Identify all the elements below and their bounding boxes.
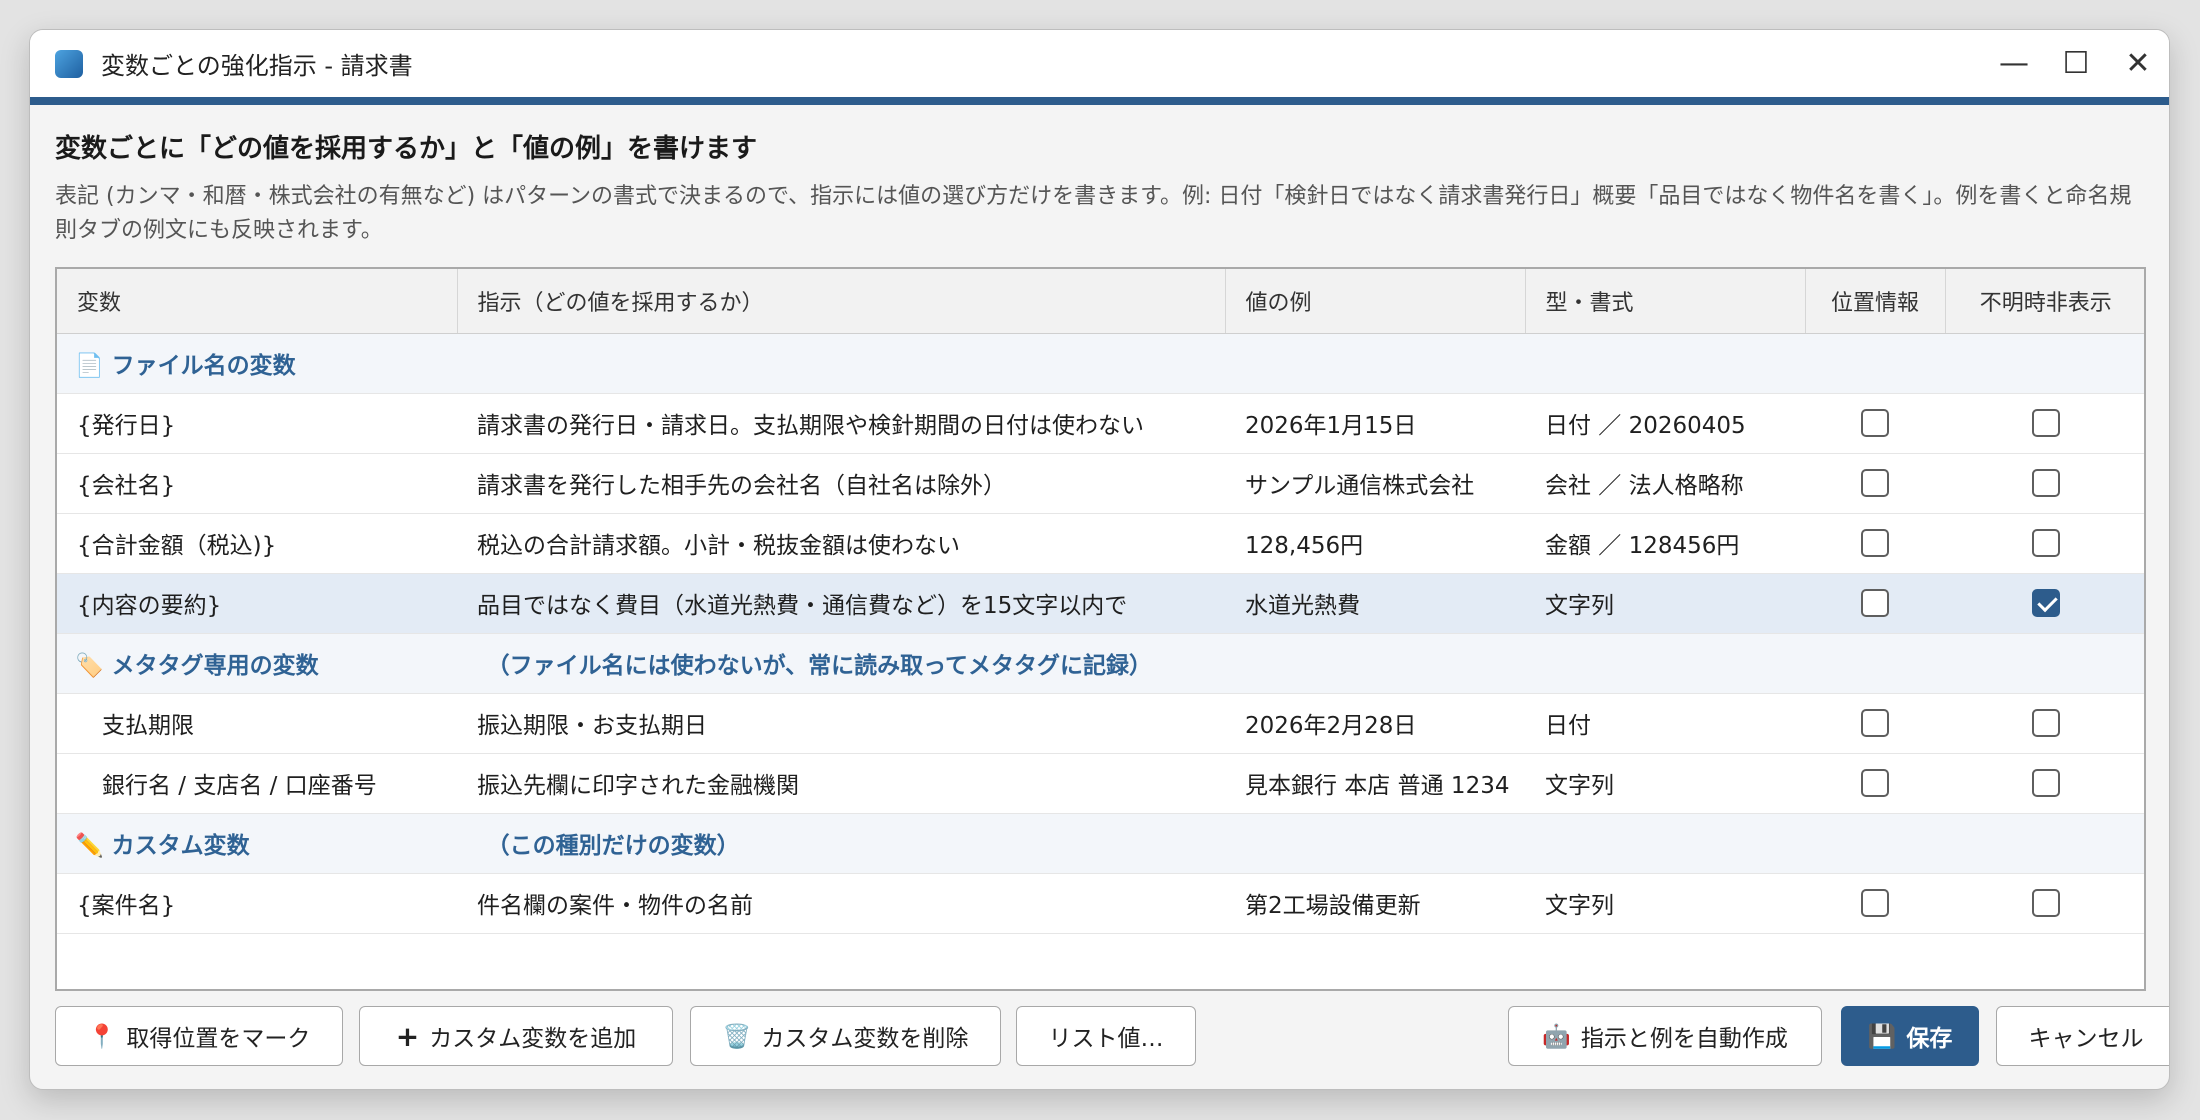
- cell-example[interactable]: 第2工場設備更新: [1225, 873, 1525, 934]
- table-row-selected[interactable]: {内容の要約} 品目ではなく費目（水道光熱費・通信費など）を15文字以内で 水道…: [57, 573, 2144, 634]
- maximize-icon[interactable]: ☐: [2045, 30, 2107, 97]
- position-checkbox[interactable]: [1861, 409, 1889, 437]
- app-icon: [55, 49, 83, 78]
- list-values-button[interactable]: リスト値…: [1016, 1006, 1196, 1066]
- position-checkbox[interactable]: [1861, 469, 1889, 497]
- cell-instruction[interactable]: 品目ではなく費目（水道光熱費・通信費など）を15文字以内で: [457, 573, 1225, 634]
- cell-type[interactable]: 文字列: [1525, 753, 1805, 814]
- cell-instruction[interactable]: 件名欄の案件・物件の名前: [457, 873, 1225, 934]
- cell-type[interactable]: 日付: [1525, 693, 1805, 754]
- group-row-metatag: 🏷️ メタタグ専用の変数 （ファイル名には使わないが、常に読み取ってメタタグに記録）: [57, 633, 2144, 694]
- floppy-disk-icon: 💾: [1867, 1023, 1897, 1050]
- cell-example[interactable]: 2026年2月28日: [1225, 693, 1525, 754]
- cell-type[interactable]: 日付 ／ 20260405: [1525, 393, 1805, 454]
- cell-type[interactable]: 金額 ／ 128456円: [1525, 513, 1805, 574]
- cell-type[interactable]: 文字列: [1525, 573, 1805, 634]
- page-description: 表記 (カンマ・和暦・株式会社の有無など) はパターンの書式で決まるので、指示に…: [55, 184, 2132, 243]
- hide-checkbox[interactable]: [2031, 529, 2060, 557]
- cell-variable: 支払期限: [57, 693, 457, 754]
- cancel-button[interactable]: キャンセル: [1996, 1006, 2169, 1066]
- cell-instruction[interactable]: 請求書の発行日・請求日。支払期限や検針期間の日付は使わない: [457, 393, 1225, 454]
- hide-checkbox[interactable]: [2031, 409, 2060, 437]
- cell-variable: {内容の要約}: [57, 573, 457, 634]
- cell-instruction[interactable]: 請求書を発行した相手先の会社名（自社名は除外）: [457, 453, 1225, 514]
- cell-example[interactable]: 2026年1月15日: [1225, 393, 1525, 454]
- title-bar: 変数ごとの強化指示 - 請求書 — ☐ ✕: [30, 30, 2169, 97]
- header-variable[interactable]: 変数: [57, 269, 458, 334]
- table-row[interactable]: 銀行名 / 支店名 / 口座番号 振込先欄に印字された金融機関 見本銀行 本店 …: [57, 753, 2144, 814]
- cell-variable: 銀行名 / 支店名 / 口座番号: [57, 753, 457, 814]
- variable-table: 変数 指示（どの値を採用するか） 値の例 型・書式 位置情報 不明時非表示 📄 フ…: [55, 267, 2146, 991]
- pin-icon: 📍: [87, 1023, 117, 1050]
- header-instruction[interactable]: 指示（どの値を採用するか）: [457, 269, 1226, 334]
- table-row[interactable]: 支払期限 振込期限・お支払期日 2026年2月28日 日付: [57, 693, 2144, 754]
- accent-bar: [30, 97, 2169, 105]
- cell-type[interactable]: 文字列: [1525, 873, 1805, 934]
- group-label: メタタグ専用の変数: [111, 653, 319, 679]
- add-custom-variable-button[interactable]: + カスタム変数を追加: [359, 1006, 673, 1066]
- group-note: （この種別だけの変数）: [486, 833, 740, 859]
- mark-position-button[interactable]: 📍 取得位置をマーク: [55, 1006, 343, 1066]
- footer-toolbar: 📍 取得位置をマーク + カスタム変数を追加 🗑️ カスタム変数を削除 リスト値…: [55, 1006, 2169, 1066]
- cell-example[interactable]: 見本銀行 本店 普通 1234: [1225, 753, 1525, 814]
- close-icon[interactable]: ✕: [2107, 30, 2169, 97]
- hide-checkbox[interactable]: [2031, 589, 2060, 617]
- cell-example[interactable]: 水道光熱費: [1225, 573, 1525, 634]
- header-type[interactable]: 型・書式: [1525, 269, 1806, 334]
- position-checkbox[interactable]: [1861, 769, 1889, 797]
- position-checkbox[interactable]: [1861, 709, 1889, 737]
- trash-icon: 🗑️: [722, 1023, 752, 1050]
- delete-custom-variable-button[interactable]: 🗑️ カスタム変数を削除: [690, 1006, 1001, 1066]
- cell-variable: {発行日}: [57, 393, 457, 454]
- page-heading: 変数ごとに「どの値を採用するか」と「値の例」を書けます: [55, 134, 758, 164]
- table-row[interactable]: {会社名} 請求書を発行した相手先の会社名（自社名は除外） サンプル通信株式会社…: [57, 453, 2144, 514]
- cell-example[interactable]: サンプル通信株式会社: [1225, 453, 1525, 514]
- table-header-row: 変数 指示（どの値を採用するか） 値の例 型・書式 位置情報 不明時非表示: [57, 269, 2144, 334]
- minimize-icon[interactable]: —: [1983, 30, 2045, 97]
- save-button[interactable]: 💾 保存: [1841, 1006, 1979, 1066]
- cell-instruction[interactable]: 振込期限・お支払期日: [457, 693, 1225, 754]
- group-label: カスタム変数: [111, 833, 250, 859]
- dialog-window: 変数ごとの強化指示 - 請求書 — ☐ ✕ 変数ごとに「どの値を採用するか」と「…: [29, 29, 2170, 1090]
- pencil-icon: ✏️: [75, 833, 104, 859]
- position-checkbox[interactable]: [1861, 889, 1889, 917]
- group-row-custom: ✏️ カスタム変数 （この種別だけの変数）: [57, 813, 2144, 874]
- window-controls: — ☐ ✕: [1983, 30, 2169, 97]
- robot-icon: 🤖: [1542, 1023, 1571, 1050]
- auto-create-button[interactable]: 🤖 指示と例を自動作成: [1508, 1006, 1822, 1066]
- hide-checkbox[interactable]: [2031, 469, 2060, 497]
- hide-checkbox[interactable]: [2031, 709, 2060, 737]
- group-row-filename: 📄 ファイル名の変数: [57, 333, 2144, 394]
- cell-variable: {会社名}: [57, 453, 457, 514]
- hide-checkbox[interactable]: [2031, 889, 2060, 917]
- cell-type[interactable]: 会社 ／ 法人格略称: [1525, 453, 1805, 514]
- table-row[interactable]: {発行日} 請求書の発行日・請求日。支払期限や検針期間の日付は使わない 2026…: [57, 393, 2144, 454]
- cell-example[interactable]: 128,456円: [1225, 513, 1525, 574]
- cell-variable: {案件名}: [57, 873, 457, 934]
- cell-variable: {合計金額（税込)}: [57, 513, 457, 574]
- group-note: （ファイル名には使わないが、常に読み取ってメタタグに記録）: [486, 653, 1153, 679]
- header-example[interactable]: 値の例: [1225, 269, 1526, 334]
- group-label: ファイル名の変数: [111, 353, 296, 379]
- hide-checkbox[interactable]: [2031, 769, 2060, 797]
- table-row[interactable]: {案件名} 件名欄の案件・物件の名前 第2工場設備更新 文字列: [57, 873, 2144, 934]
- cell-instruction[interactable]: 税込の合計請求額。小計・税抜金額は使わない: [457, 513, 1225, 574]
- window-title: 変数ごとの強化指示 - 請求書: [101, 52, 413, 80]
- document-icon: 📄: [75, 353, 104, 379]
- table-row[interactable]: {合計金額（税込)} 税込の合計請求額。小計・税抜金額は使わない 128,456…: [57, 513, 2144, 574]
- position-checkbox[interactable]: [1861, 529, 1889, 557]
- header-position[interactable]: 位置情報: [1805, 269, 1946, 334]
- cell-instruction[interactable]: 振込先欄に印字された金融機関: [457, 753, 1225, 814]
- header-hide[interactable]: 不明時非表示: [1945, 269, 2144, 334]
- position-checkbox[interactable]: [1861, 589, 1889, 617]
- tag-icon: 🏷️: [75, 653, 104, 679]
- plus-icon: +: [395, 1019, 420, 1053]
